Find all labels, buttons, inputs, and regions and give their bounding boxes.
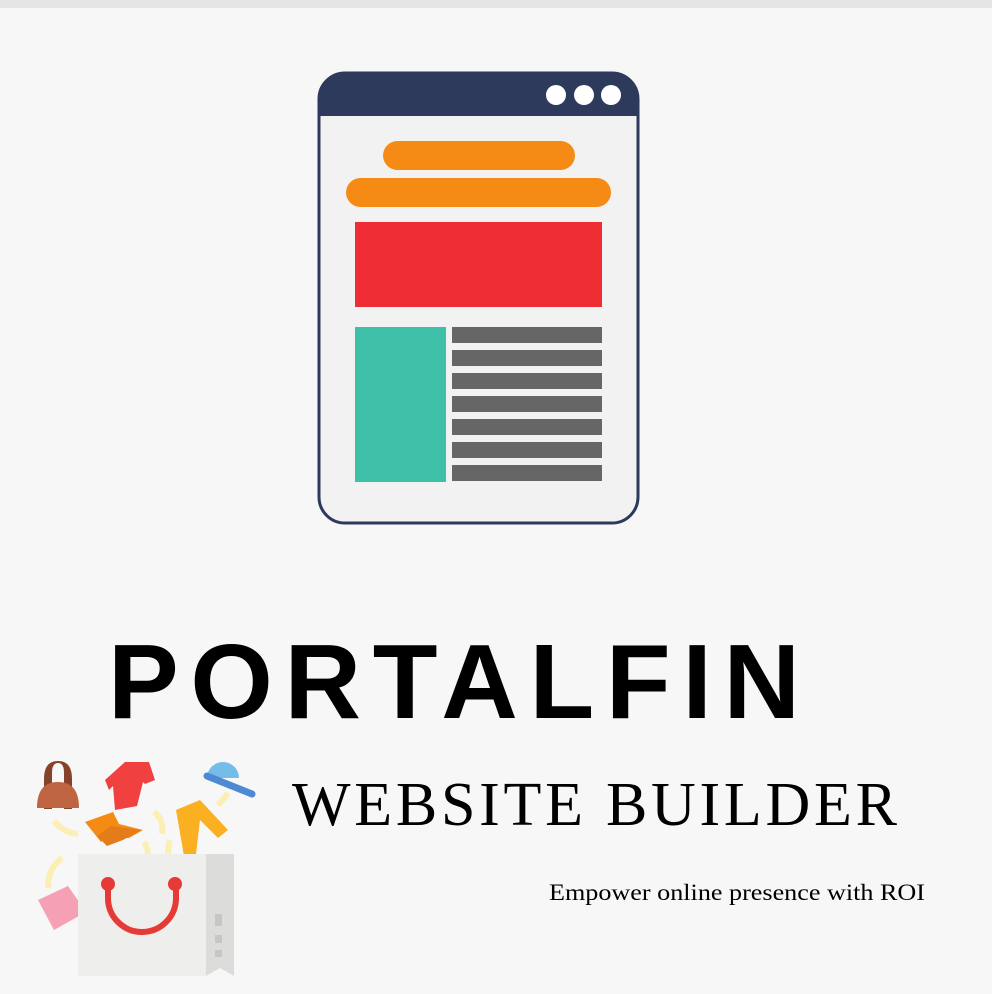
browser-window-icon <box>317 71 640 525</box>
logo-canvas: PORTALFIN WEBSITE BUILDER Empower online… <box>37 71 925 976</box>
brand-subtitle: WEBSITE BUILDER <box>292 771 898 839</box>
brand-tagline: Empower online presence with ROI <box>549 880 925 905</box>
brand-name: PORTALFIN <box>108 623 800 741</box>
shopping-bag-icon <box>37 761 256 976</box>
